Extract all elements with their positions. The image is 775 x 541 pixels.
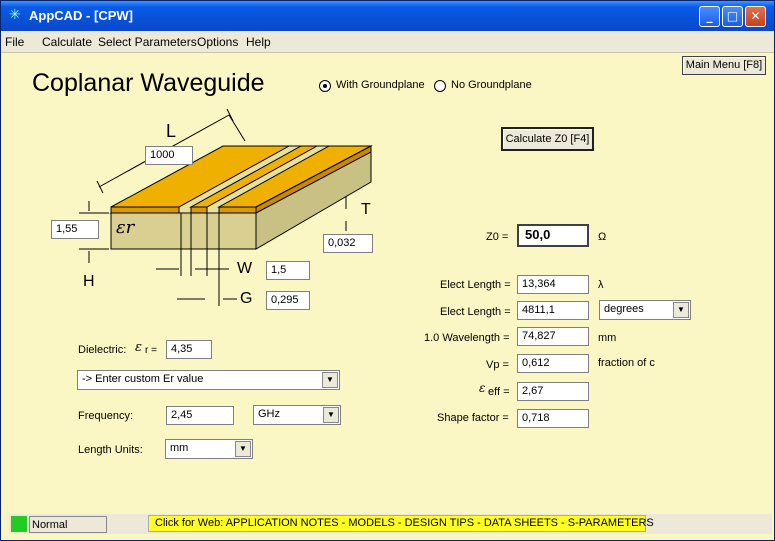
elect-length-value: 13,364 (517, 275, 589, 294)
wavelength-unit: mm (598, 332, 617, 344)
shape-factor-label: Shape factor = (437, 412, 509, 424)
t-label: T (361, 201, 371, 218)
vp-unit: fraction of c (598, 357, 655, 369)
eeff-epsilon-symbol: ε (479, 381, 486, 395)
w-label: W (237, 260, 253, 277)
left-ground-front (110, 206, 180, 214)
z0-label: Z0 = (486, 231, 509, 243)
thickness-input[interactable]: 0,032 (323, 234, 373, 253)
dielectric-er-label: r = (145, 345, 157, 356)
z0-unit: Ω (598, 231, 607, 243)
wavelength-value: 74,827 (517, 327, 589, 346)
vp-value: 0,612 (517, 354, 589, 373)
elect-length-unit-value: degrees (604, 303, 644, 315)
status-mode-box: Normal (29, 516, 107, 533)
shape-factor-value: 0,718 (517, 409, 589, 428)
er-field[interactable]: 1,55 (51, 220, 99, 239)
length-units-value: mm (170, 442, 189, 454)
elect-length-label: Elect Length = (440, 279, 511, 291)
cpw-diagram (79, 108, 373, 306)
wavelength-label: 1.0 Wavelength = (424, 332, 510, 344)
length-input[interactable]: 1000 (145, 146, 193, 165)
l-label: L (166, 121, 177, 141)
frequency-unit-dropdown-arrow[interactable]: ▼ (323, 407, 339, 423)
frequency-label: Frequency: (78, 410, 134, 422)
web-link-bar[interactable]: Click for Web: APPLICATION NOTES - MODEL… (148, 515, 654, 532)
center-strip-front (190, 206, 208, 214)
right-ground-front (218, 206, 257, 214)
dielectric-select[interactable]: -> Enter custom Er value ▼ (77, 370, 340, 390)
dielectric-label: Dielectric: (78, 344, 127, 356)
elect-length-unit: λ (598, 279, 604, 291)
frequency-unit-value: GHz (258, 408, 280, 420)
status-mode: Normal (32, 519, 68, 531)
elect-length-unit-dropdown-arrow[interactable]: ▼ (673, 302, 689, 318)
elect-length-unit-select[interactable]: degrees ▼ (599, 300, 691, 320)
length-units-select[interactable]: mm ▼ (165, 439, 253, 459)
elect-length-degrees-value: 4811,1 (517, 301, 589, 320)
dielectric-er-input[interactable]: 4,35 (166, 340, 212, 359)
h-label: H (83, 273, 95, 290)
dielectric-dropdown-arrow[interactable]: ▼ (322, 372, 338, 388)
status-indicator-icon (11, 516, 27, 532)
er-symbol: εr (116, 217, 135, 238)
eeff-label: eff = (488, 386, 510, 398)
width-input[interactable]: 1,5 (266, 261, 310, 280)
frequency-input[interactable]: 2,45 (166, 406, 234, 425)
app-window: ✳ AppCAD - [CPW] _ □ ✕ File Calculate Se… (0, 0, 775, 541)
length-units-label: Length Units: (78, 444, 143, 456)
g-label: G (240, 290, 253, 307)
vp-label: Vp = (486, 359, 509, 371)
dielectric-select-value: -> Enter custom Er value (82, 373, 204, 385)
gap-input[interactable]: 0,295 (266, 291, 310, 310)
eeff-value: 2,67 (517, 382, 589, 401)
elect-length-degrees-label: Elect Length = (440, 306, 511, 318)
frequency-unit-select[interactable]: GHz ▼ (253, 405, 341, 425)
z0-value: 50,0 (517, 224, 589, 247)
epsilon-symbol: ε (135, 340, 142, 355)
length-units-dropdown-arrow[interactable]: ▼ (235, 441, 251, 457)
